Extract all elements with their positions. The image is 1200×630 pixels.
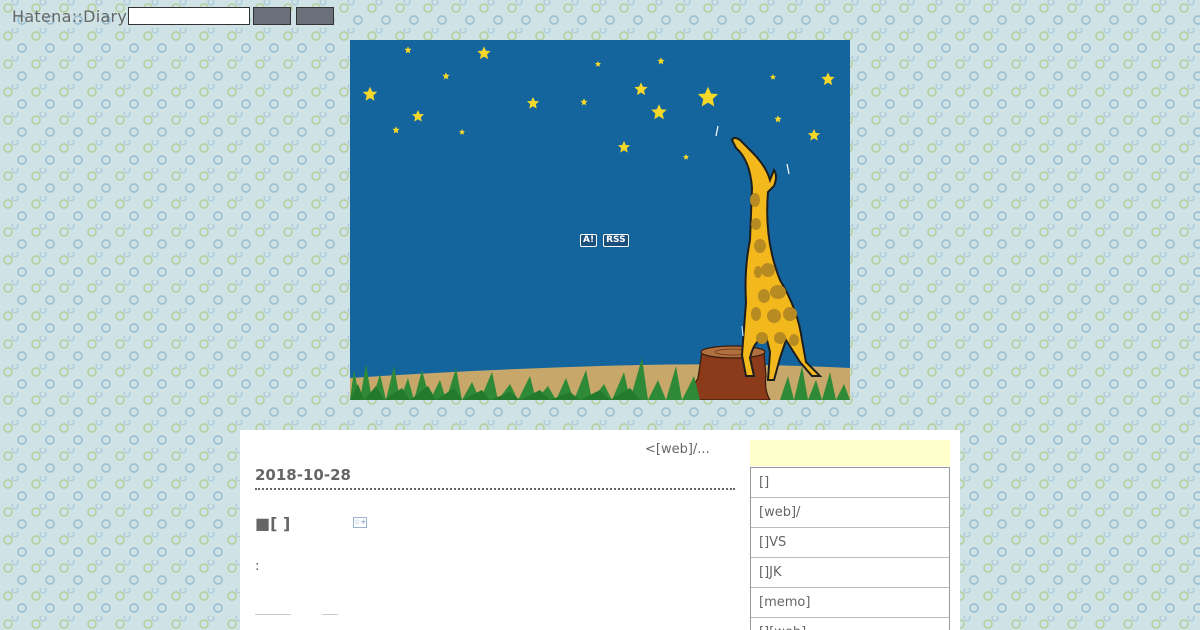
- header-banner-image: [350, 40, 850, 400]
- entry-date[interactable]: 2018-10-28: [255, 466, 735, 490]
- sidebar-header: [750, 440, 950, 466]
- feed-badges: A! RSS: [580, 234, 629, 247]
- sidebar: [] [web]/ []VS []JK [memo] [][web]: [750, 440, 950, 630]
- previous-entry-link[interactable]: <[web]/...: [645, 442, 710, 457]
- list-item[interactable]: [][web]: [751, 618, 949, 630]
- antenna-badge[interactable]: A!: [580, 234, 598, 247]
- section-title[interactable]: ■[ ]: [255, 514, 290, 533]
- secondary-search-button[interactable]: [296, 7, 334, 25]
- list-item[interactable]: []JK: [751, 558, 949, 588]
- list-item[interactable]: [web]/: [751, 498, 949, 528]
- list-item[interactable]: []: [751, 468, 949, 498]
- hatena-diary-logo[interactable]: Hatena::Diary: [12, 7, 127, 26]
- top-bar: Hatena::Diary: [0, 0, 1200, 34]
- list-item[interactable]: []VS: [751, 528, 949, 558]
- recent-entries-list: [] [web]/ []VS []JK [memo] [][web]: [750, 467, 950, 630]
- content-panel: <[web]/... 2018-10-28 ■[ ] ☆+ : [] [web]…: [240, 430, 960, 630]
- rss-badge[interactable]: RSS: [603, 234, 629, 247]
- add-star-icon[interactable]: ☆+: [353, 517, 367, 528]
- divider: [322, 614, 338, 615]
- list-item[interactable]: [memo]: [751, 588, 949, 618]
- search-button[interactable]: [253, 7, 291, 25]
- entry-body: :: [255, 559, 260, 574]
- divider: [255, 614, 291, 615]
- search-input[interactable]: [128, 7, 250, 25]
